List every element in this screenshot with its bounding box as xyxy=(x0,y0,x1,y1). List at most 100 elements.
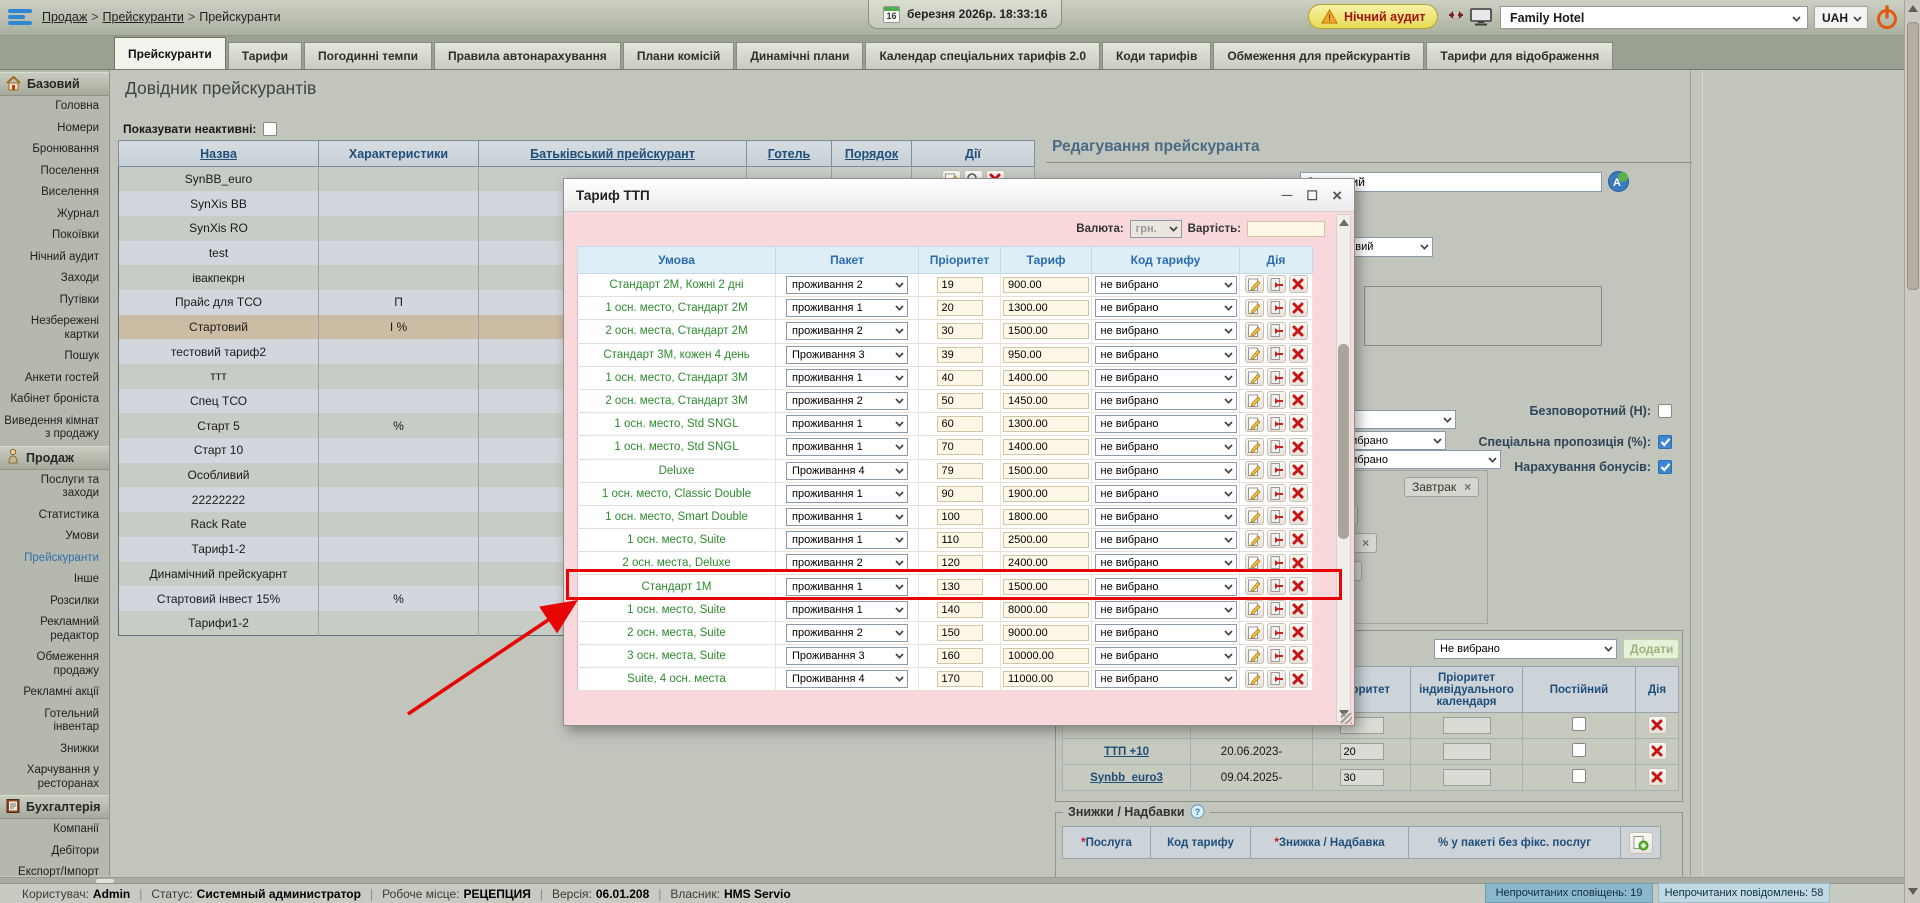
delete-icon[interactable] xyxy=(1648,742,1667,760)
sidebar-item-Прейскуранти[interactable]: Прейскуранти xyxy=(0,548,109,570)
edit-icon[interactable] xyxy=(1245,414,1264,432)
delete-icon[interactable] xyxy=(1648,716,1667,734)
rate-input[interactable] xyxy=(1003,579,1089,595)
tariff-row[interactable]: 1 осн. место, Smart Doubleпроживання 1не… xyxy=(578,505,1313,528)
edit-icon[interactable] xyxy=(1245,368,1264,386)
sidebar-item-Розсилки[interactable]: Розсилки xyxy=(0,591,109,613)
delete-icon[interactable] xyxy=(1289,507,1308,525)
tariff-row[interactable]: Стандарт 1Мпроживання 1не вибрано xyxy=(578,575,1313,598)
edit-icon[interactable] xyxy=(1245,530,1264,548)
permanent-checkbox[interactable] xyxy=(1572,717,1586,731)
rate-code-select[interactable]: не вибрано xyxy=(1095,531,1237,549)
rate-input[interactable] xyxy=(1003,347,1089,363)
package-select[interactable]: проживання 1 xyxy=(786,485,908,503)
priority-input[interactable] xyxy=(937,347,983,363)
package-select[interactable]: проживання 2 xyxy=(786,554,908,572)
priority-input[interactable] xyxy=(937,416,983,432)
copy-icon[interactable] xyxy=(1267,554,1286,572)
package-select[interactable]: проживання 1 xyxy=(786,369,908,387)
menu-icon[interactable] xyxy=(8,7,32,29)
package-select[interactable]: проживання 1 xyxy=(786,299,908,317)
column-header-Порядок[interactable]: Порядок xyxy=(832,141,912,167)
copy-icon[interactable] xyxy=(1267,438,1286,456)
sidebar-item-Кабінет броніста[interactable]: Кабінет броніста xyxy=(0,389,109,411)
sidebar-item-Анкети гостей[interactable]: Анкети гостей xyxy=(0,368,109,390)
package-select[interactable]: Проживання 4 xyxy=(786,670,908,688)
edit-icon[interactable] xyxy=(1245,461,1264,479)
delete-icon[interactable] xyxy=(1289,554,1308,572)
package-select[interactable]: проживання 2 xyxy=(786,322,908,340)
individual-priority-input[interactable] xyxy=(1443,717,1491,734)
delete-icon[interactable] xyxy=(1289,275,1308,293)
rate-code-select[interactable]: не вибрано xyxy=(1095,462,1237,480)
package-select[interactable]: проживання 2 xyxy=(786,392,908,410)
permanent-checkbox[interactable] xyxy=(1572,743,1586,757)
rate-code-select[interactable]: не вибрано xyxy=(1095,322,1237,340)
column-header-Батьківський прейскурант[interactable]: Батьківський прейскурант xyxy=(479,141,747,167)
rate-input[interactable] xyxy=(1003,393,1089,409)
priority-input[interactable] xyxy=(937,370,983,386)
rate-input[interactable] xyxy=(1003,463,1089,479)
copy-icon[interactable] xyxy=(1267,623,1286,641)
pricelist-description-textarea[interactable] xyxy=(1364,286,1602,346)
copy-icon[interactable] xyxy=(1267,322,1286,340)
delete-icon[interactable] xyxy=(1648,768,1667,786)
edit-icon[interactable] xyxy=(1245,646,1264,664)
edit-icon[interactable] xyxy=(1245,299,1264,317)
scrollbar-thumb[interactable] xyxy=(1338,344,1349,539)
priority-input[interactable] xyxy=(1340,769,1384,786)
rate-input[interactable] xyxy=(1003,555,1089,571)
breadcrumb-item[interactable]: Продаж xyxy=(42,10,87,24)
linked-tariff-add-button[interactable]: Додати xyxy=(1623,639,1679,659)
tariff-row[interactable]: 1 осн. место, Suiteпроживання 1не вибран… xyxy=(578,598,1313,621)
priority-input[interactable] xyxy=(937,463,983,479)
copy-icon[interactable] xyxy=(1267,670,1286,688)
linked-tariff-select[interactable]: Не вибрано xyxy=(1434,639,1617,659)
priority-input[interactable] xyxy=(937,625,983,641)
sidebar-item-Журнал[interactable]: Журнал xyxy=(0,204,109,226)
package-select[interactable]: Проживання 3 xyxy=(786,346,908,364)
tab-Правила автонарахування[interactable]: Правила автонарахування xyxy=(434,42,621,69)
priority-input[interactable] xyxy=(937,277,983,293)
delete-icon[interactable] xyxy=(1289,623,1308,641)
tariff-row[interactable]: 1 осн. место, Стандарт 3Мпроживання 1не … xyxy=(578,366,1313,389)
copy-icon[interactable] xyxy=(1267,507,1286,525)
priority-input[interactable] xyxy=(937,300,983,316)
copy-icon[interactable] xyxy=(1267,600,1286,618)
maximize-icon[interactable]: ☐ xyxy=(1306,189,1318,202)
tab-Погодинні темпи[interactable]: Погодинні темпи xyxy=(304,42,432,69)
package-select[interactable]: Проживання 3 xyxy=(786,647,908,665)
checkbox-checked[interactable] xyxy=(1658,435,1672,449)
edit-icon[interactable] xyxy=(1245,391,1264,409)
edit-icon[interactable] xyxy=(1245,507,1264,525)
edit-icon[interactable] xyxy=(1245,484,1264,502)
rate-code-select[interactable]: не вибрано xyxy=(1095,601,1237,619)
tariff-row[interactable]: 1 осн. место, Classic Doubleпроживання 1… xyxy=(578,482,1313,505)
sidebar-item-Знижки[interactable]: Знижки xyxy=(0,739,109,761)
sidebar-item-Інше[interactable]: Інше xyxy=(0,569,109,591)
tab-Тарифи для відображення[interactable]: Тарифи для відображення xyxy=(1426,42,1613,69)
edit-icon[interactable] xyxy=(1245,623,1264,641)
scroll-up-icon[interactable] xyxy=(1908,5,1918,12)
translate-icon[interactable]: A xyxy=(1607,170,1630,193)
currency-select[interactable]: UAH xyxy=(1814,6,1868,29)
copy-icon[interactable] xyxy=(1267,461,1286,479)
rate-code-select[interactable]: не вибрано xyxy=(1095,415,1237,433)
rate-code-select[interactable]: не вибрано xyxy=(1095,299,1237,317)
sidebar-item-Умови[interactable]: Умови xyxy=(0,526,109,548)
rate-code-select[interactable]: не вибрано xyxy=(1095,578,1237,596)
night-audit-button[interactable]: ! Нічний аудит xyxy=(1308,4,1438,29)
checkbox-checked[interactable] xyxy=(1658,460,1672,474)
package-select[interactable]: проживання 1 xyxy=(786,438,908,456)
tariff-row[interactable]: 3 осн. места, SuiteПроживання 3не вибран… xyxy=(578,645,1313,668)
sidebar-item-Номери[interactable]: Номери xyxy=(0,118,109,140)
dialog-title-bar[interactable]: Тариф ТТП ─ ☐ × xyxy=(564,179,1354,212)
sidebar-item-Заходи[interactable]: Заходи xyxy=(0,268,109,290)
column-header-Назва[interactable]: Назва xyxy=(119,141,319,167)
sidebar-item-Харчування у ресторанах[interactable]: Харчування у ресторанах xyxy=(0,760,109,795)
tariff-row[interactable]: 2 осн. места, Suiteпроживання 2не вибран… xyxy=(578,621,1313,644)
delete-icon[interactable] xyxy=(1289,299,1308,317)
rate-code-select[interactable]: не вибрано xyxy=(1095,508,1237,526)
edit-icon[interactable] xyxy=(1245,322,1264,340)
messages-badge[interactable]: Непрочитаних повідомлень: 58 xyxy=(1658,883,1830,903)
